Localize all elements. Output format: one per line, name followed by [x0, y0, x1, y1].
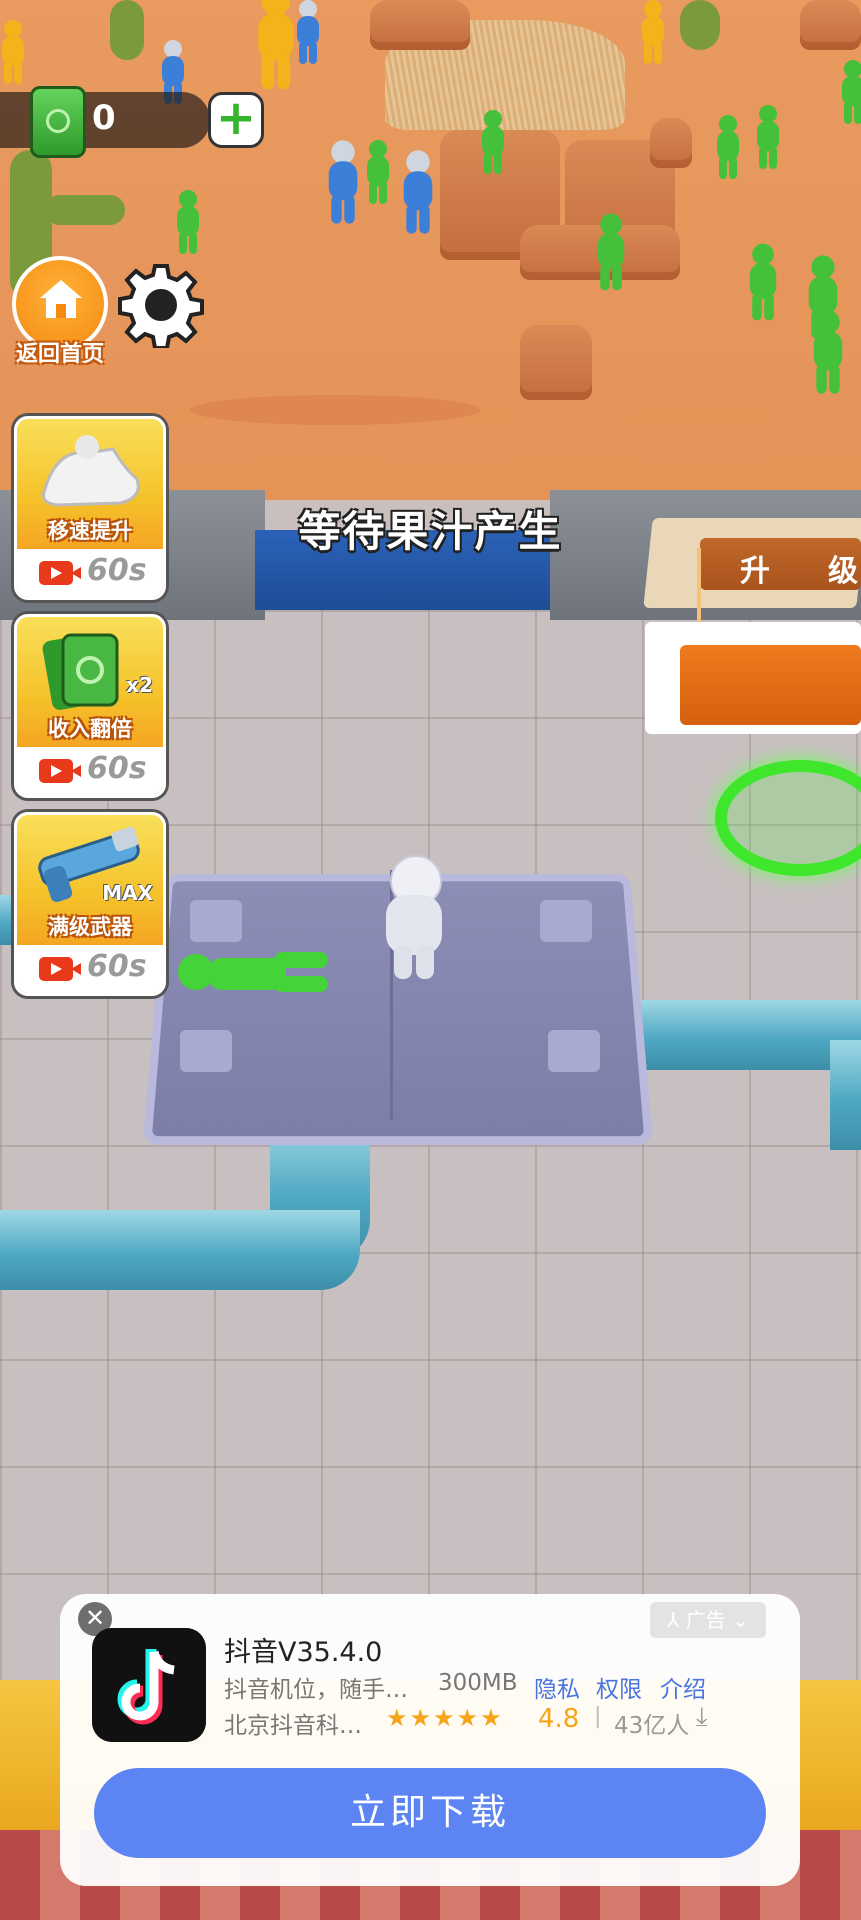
sand-ripple: [190, 395, 480, 425]
upgrade-crate: [680, 645, 861, 725]
boost-label: 满级武器: [48, 915, 132, 939]
cactus: [680, 0, 720, 50]
boost-timer: 60s: [87, 553, 147, 588]
boost-tag: MAX: [102, 881, 153, 905]
rating-stars: ★★★★★: [386, 1704, 504, 1732]
boost-tag: x2: [126, 673, 153, 697]
zombie-green: [595, 213, 626, 291]
separator: |: [594, 1704, 602, 1729]
app-name: 抖音V35.4.0: [224, 1637, 383, 1668]
platform-clamp: [180, 1030, 232, 1072]
platform-clamp: [548, 1030, 600, 1072]
zombie-green: [811, 310, 845, 394]
home-label: 返回首页: [15, 342, 104, 367]
boost-double-income-button[interactable]: x2 收入翻倍 60s: [14, 614, 166, 798]
desert-rock: [370, 0, 470, 50]
platform-clamp: [190, 900, 242, 942]
ad-badge-icon: ⅄: [667, 1608, 686, 1632]
pipe: [830, 1040, 861, 1150]
boost-label: 收入翻倍: [48, 717, 132, 741]
upgrade-sign-char: 升: [740, 554, 770, 589]
sneaker-icon: [42, 435, 140, 507]
boost-timer: 60s: [87, 949, 147, 984]
upgrade-sign-char: 级: [828, 554, 858, 589]
cactus-arm: [45, 195, 125, 225]
zombie-green: [365, 140, 391, 204]
zombie-bucket-head: [326, 140, 360, 224]
pipe: [610, 1000, 861, 1070]
pipe: [0, 1210, 360, 1290]
zombie-green: [755, 105, 781, 169]
boost-label: 移速提升: [48, 519, 132, 543]
zombie-bucket-head: [295, 0, 321, 64]
zombie-green: [480, 110, 506, 174]
zombie-green: [747, 243, 778, 321]
cash-stack-icon: [42, 633, 119, 710]
platform-clamp: [540, 900, 592, 942]
ad-badge-label: 广告: [685, 1608, 726, 1632]
boost-max-weapon-button[interactable]: MAX 满级武器 60s: [14, 812, 166, 996]
zombie-yellow: [640, 0, 666, 64]
chevron-down-icon: ⌄: [725, 1608, 749, 1632]
app-size: 300MB: [438, 1670, 518, 1696]
money-value: 0: [92, 98, 116, 138]
video-ad-icon: [39, 561, 81, 585]
lying-zombie: [178, 948, 328, 1000]
ad-badge[interactable]: ⅄ 广告 ⌄: [650, 1602, 766, 1638]
video-ad-icon: [39, 957, 81, 981]
add-money-button[interactable]: +: [208, 92, 264, 148]
zombie-bucket-head: [401, 150, 435, 234]
app-description: 抖音机位，随手…: [224, 1677, 408, 1703]
app-developer: 北京抖音科…: [224, 1713, 362, 1739]
boost-timer: 60s: [87, 751, 147, 786]
intro-link[interactable]: 介绍: [660, 1670, 706, 1704]
cash-icon: [30, 86, 86, 158]
download-icon: ⤓: [696, 1702, 708, 1732]
zombie-yellow: [0, 20, 26, 84]
privacy-link[interactable]: 隐私: [534, 1670, 580, 1704]
video-ad-icon: [39, 759, 81, 783]
upgrade-sign: 升 级: [700, 538, 861, 590]
home-icon: [40, 280, 82, 318]
permissions-link[interactable]: 权限: [596, 1670, 642, 1704]
install-count: 43亿人: [614, 1713, 690, 1739]
desert-rock: [650, 118, 692, 168]
rating-value: 4.8: [538, 1704, 580, 1734]
zombie-green: [175, 190, 201, 254]
zombie-green: [840, 60, 861, 124]
zombie-green: [715, 115, 741, 179]
desert-rock: [800, 0, 861, 50]
cactus: [110, 0, 144, 60]
download-now-button[interactable]: 立即下载: [94, 1768, 766, 1858]
tiktok-app-icon[interactable]: [92, 1628, 206, 1742]
desert-rock: [520, 325, 592, 400]
gear-icon[interactable]: [118, 262, 204, 348]
boost-speed-button[interactable]: 移速提升 60s: [14, 416, 166, 600]
player-character: [380, 855, 450, 985]
